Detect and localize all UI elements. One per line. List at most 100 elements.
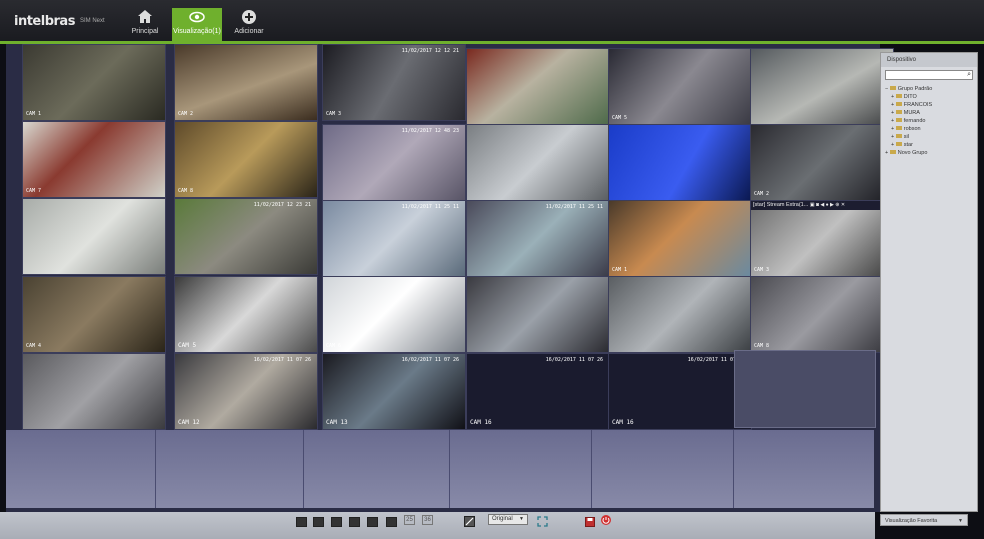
camera-tile-empty[interactable] xyxy=(6,430,156,508)
tree-item[interactable]: + sil xyxy=(885,133,973,141)
camera-tile[interactable]: CAM 1 xyxy=(22,44,166,121)
tree-item[interactable]: + robson xyxy=(885,125,973,133)
chevron-down-icon: ▼ xyxy=(519,516,524,522)
custom-layout-icon[interactable] xyxy=(464,514,475,527)
folder-icon xyxy=(889,86,896,90)
layout-6-button[interactable] xyxy=(331,517,342,527)
camera-tile-empty[interactable] xyxy=(304,430,450,508)
camera-tile-empty[interactable] xyxy=(734,350,876,428)
camera-tile[interactable]: CAM 5 xyxy=(608,48,752,125)
camera-tile[interactable]: CAM 6 xyxy=(322,276,466,353)
camera-label: CAM 3 xyxy=(326,111,342,117)
nav-visualizacao-label: Visualização(1) xyxy=(173,28,221,35)
camera-label: CAM 13 xyxy=(326,419,348,426)
camera-label: CAM 1 xyxy=(26,111,42,117)
empty-tile-row xyxy=(6,430,874,508)
camera-timestamp: 16/02/2017 11 07 26 xyxy=(253,357,311,363)
camera-tile[interactable]: 16/02/2017 11 07 26 CAM 16 xyxy=(466,353,610,430)
camera-label: CAM 8 xyxy=(178,188,194,194)
aspect-ratio-select[interactable]: Original ▼ xyxy=(488,514,528,525)
nav-principal[interactable]: Principal xyxy=(120,8,170,41)
camera-tile-empty[interactable] xyxy=(592,430,734,508)
layout-25-button[interactable]: 25 xyxy=(404,515,415,525)
tree-item[interactable]: + star xyxy=(885,141,973,149)
favorite-view-select[interactable]: Visualização Favorita ▼ xyxy=(880,514,968,526)
camera-tile-empty[interactable] xyxy=(450,430,592,508)
camera-label: CAM 6 xyxy=(326,343,342,349)
layout-2x2-button[interactable] xyxy=(313,517,324,527)
layout-36-button[interactable]: 36 xyxy=(422,515,433,525)
folder-icon xyxy=(895,126,902,130)
camera-tile[interactable]: CAM 8 xyxy=(750,276,894,353)
camera-timestamp: 11/02/2017 12 12 21 xyxy=(401,48,459,54)
nav-adicionar[interactable]: Adicionar xyxy=(224,8,274,41)
camera-tile[interactable]: 11/02/2017 12 48 23 xyxy=(322,124,466,201)
layout-16-button[interactable] xyxy=(386,517,397,527)
brand-subtitle: SIM Next xyxy=(80,18,105,24)
search-icon[interactable]: ⌕ xyxy=(967,71,971,79)
camera-label: CAM 12 xyxy=(178,419,200,426)
camera-tile[interactable]: CAM 2 xyxy=(174,44,318,121)
fullscreen-icon[interactable] xyxy=(537,514,548,527)
folder-icon xyxy=(895,142,902,146)
camera-tile[interactable] xyxy=(608,124,752,201)
camera-label: CAM 5 xyxy=(612,115,628,121)
camera-tile[interactable] xyxy=(750,48,894,125)
home-icon xyxy=(138,10,152,23)
tree-item[interactable]: + fernando xyxy=(885,117,973,125)
stop-all-icon[interactable] xyxy=(600,513,611,525)
camera-tile[interactable]: CAM 8 xyxy=(174,121,318,198)
camera-tile[interactable]: 11/02/2017 11 25 11 xyxy=(466,200,610,277)
camera-timestamp: 11/02/2017 12 48 23 xyxy=(401,128,459,134)
nav-visualizacao[interactable]: Visualização(1) xyxy=(172,8,222,41)
camera-tile[interactable] xyxy=(22,353,166,430)
folder-icon xyxy=(895,134,902,138)
tree-item[interactable]: + DITO xyxy=(885,93,973,101)
tree-item[interactable]: + FRANCOIS xyxy=(885,101,973,109)
camera-tile[interactable]: CAM 4 xyxy=(22,276,166,353)
tree-item[interactable]: + MURA xyxy=(885,109,973,117)
camera-tile[interactable] xyxy=(22,198,166,275)
camera-tile[interactable]: 11/02/2017 12 23 21 xyxy=(174,198,318,275)
camera-tile[interactable]: 11/02/2017 12 12 21 CAM 3 xyxy=(322,44,466,121)
camera-tile[interactable]: CAM 1 xyxy=(608,200,752,277)
layout-9-button[interactable] xyxy=(367,517,378,527)
eye-icon xyxy=(189,11,205,23)
camera-label: CAM 5 xyxy=(178,342,197,349)
top-bar: intelbras SIM Next Principal Visualizaçã… xyxy=(0,0,984,44)
aspect-ratio-value: Original xyxy=(492,516,513,522)
favorite-view-label: Visualização Favorita xyxy=(885,518,938,524)
camera-label: CAM 1 xyxy=(612,267,628,273)
camera-tile[interactable]: 16/02/2017 11 07 26 CAM 16 xyxy=(608,353,752,430)
panel-title: Dispositivo xyxy=(881,53,977,67)
camera-tile[interactable] xyxy=(466,48,610,125)
stream-icons[interactable]: ▣ ◙ ◀ ● ▶ ⊕ ✕ xyxy=(810,202,845,208)
camera-tile[interactable]: 16/02/2017 11 07 26 CAM 13 xyxy=(322,353,466,430)
camera-tile[interactable]: 11/02/2017 11 25 11 xyxy=(322,200,466,277)
camera-tile[interactable] xyxy=(608,276,752,353)
camera-label: CAM 16 xyxy=(612,419,634,426)
camera-tile[interactable] xyxy=(466,276,610,353)
camera-tile[interactable] xyxy=(466,124,610,201)
camera-label: CAM 2 xyxy=(754,191,770,197)
layout-8-button[interactable] xyxy=(349,517,360,527)
folder-icon xyxy=(895,94,902,98)
camera-tile-empty[interactable] xyxy=(156,430,304,508)
camera-timestamp: 11/02/2017 11 25 11 xyxy=(401,204,459,210)
camera-tile[interactable]: CAM 5 xyxy=(174,276,318,353)
tree-item-group[interactable]: + Novo Grupo xyxy=(885,149,973,157)
camera-label: CAM 7 xyxy=(26,188,42,194)
bottom-toolbar xyxy=(0,512,875,539)
camera-tile-selected[interactable]: [star] Stream Extra(1... ▣ ◙ ◀ ● ▶ ⊕ ✕ C… xyxy=(750,200,894,277)
camera-label: CAM 2 xyxy=(178,111,194,117)
camera-timestamp: 16/02/2017 11 07 26 xyxy=(545,357,603,363)
camera-tile[interactable]: CAM 7 xyxy=(22,121,166,198)
camera-tile[interactable]: 16/02/2017 11 07 26 CAM 12 xyxy=(174,353,318,430)
camera-tile[interactable]: CAM 2 xyxy=(750,124,894,201)
tree-item-group[interactable]: − Grupo Padrão xyxy=(885,85,973,93)
device-search-input[interactable]: ⌕ xyxy=(885,70,973,80)
layout-1x1-button[interactable] xyxy=(296,517,307,527)
camera-tile-empty[interactable] xyxy=(734,430,874,508)
save-icon[interactable] xyxy=(585,514,596,527)
device-tree: − Grupo Padrão + DITO + FRANCOIS + MURA … xyxy=(881,83,977,159)
